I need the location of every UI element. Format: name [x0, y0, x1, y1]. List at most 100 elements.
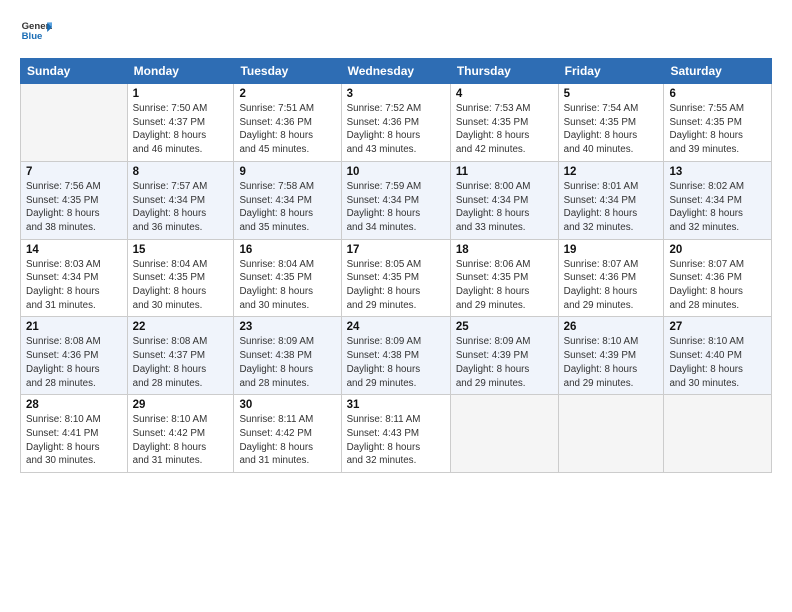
day-number: 10	[347, 166, 445, 178]
day-number: 6	[669, 88, 766, 100]
day-cell: 7 Sunrise: 7:56 AM Sunset: 4:35 PM Daylig…	[21, 161, 128, 239]
day-info: Sunrise: 8:11 AM Sunset: 4:43 PM Dayligh…	[347, 413, 445, 468]
day-cell: 17 Sunrise: 8:05 AM Sunset: 4:35 PM Dayli…	[341, 239, 450, 317]
logo-icon: General Blue	[20, 16, 52, 48]
day-number: 11	[456, 166, 553, 178]
day-info: Sunrise: 8:01 AM Sunset: 4:34 PM Dayligh…	[564, 180, 659, 235]
day-number: 2	[239, 88, 335, 100]
header-cell-tuesday: Tuesday	[234, 59, 341, 84]
day-cell: 10 Sunrise: 7:59 AM Sunset: 4:34 PM Dayli…	[341, 161, 450, 239]
day-info: Sunrise: 8:09 AM Sunset: 4:39 PM Dayligh…	[456, 335, 553, 390]
day-cell: 15 Sunrise: 8:04 AM Sunset: 4:35 PM Dayli…	[127, 239, 234, 317]
day-number: 24	[347, 321, 445, 333]
day-cell: 4 Sunrise: 7:53 AM Sunset: 4:35 PM Daylig…	[450, 84, 558, 162]
day-cell	[558, 395, 664, 473]
day-number: 19	[564, 244, 659, 256]
day-number: 25	[456, 321, 553, 333]
day-cell: 25 Sunrise: 8:09 AM Sunset: 4:39 PM Dayli…	[450, 317, 558, 395]
day-cell: 12 Sunrise: 8:01 AM Sunset: 4:34 PM Dayli…	[558, 161, 664, 239]
day-number: 26	[564, 321, 659, 333]
day-cell: 19Sunrise: 8:07 AM Sunset: 4:36 PM Dayli…	[558, 239, 664, 317]
header-cell-monday: Monday	[127, 59, 234, 84]
day-info: Sunrise: 7:51 AM Sunset: 4:36 PM Dayligh…	[239, 102, 335, 157]
day-cell: 9 Sunrise: 7:58 AM Sunset: 4:34 PM Daylig…	[234, 161, 341, 239]
day-info: Sunrise: 8:11 AM Sunset: 4:42 PM Dayligh…	[239, 413, 335, 468]
day-info: Sunrise: 7:55 AM Sunset: 4:35 PM Dayligh…	[669, 102, 766, 157]
day-cell: 16 Sunrise: 8:04 AM Sunset: 4:35 PM Dayli…	[234, 239, 341, 317]
day-info: Sunrise: 7:59 AM Sunset: 4:34 PM Dayligh…	[347, 180, 445, 235]
day-cell: 2 Sunrise: 7:51 AM Sunset: 4:36 PM Daylig…	[234, 84, 341, 162]
day-cell: 31Sunrise: 8:11 AM Sunset: 4:43 PM Dayli…	[341, 395, 450, 473]
day-cell: 22Sunrise: 8:08 AM Sunset: 4:37 PM Dayli…	[127, 317, 234, 395]
header-cell-wednesday: Wednesday	[341, 59, 450, 84]
day-cell: 23 Sunrise: 8:09 AM Sunset: 4:38 PM Dayli…	[234, 317, 341, 395]
day-info: Sunrise: 7:57 AM Sunset: 4:34 PM Dayligh…	[133, 180, 229, 235]
day-number: 29	[133, 399, 229, 411]
week-row-2: 7 Sunrise: 7:56 AM Sunset: 4:35 PM Daylig…	[21, 161, 772, 239]
day-info: Sunrise: 8:09 AM Sunset: 4:38 PM Dayligh…	[239, 335, 335, 390]
day-cell	[664, 395, 772, 473]
header-cell-thursday: Thursday	[450, 59, 558, 84]
page: General Blue SundayMondayTuesdayWednesda…	[0, 0, 792, 612]
day-number: 9	[239, 166, 335, 178]
svg-text:Blue: Blue	[22, 31, 43, 42]
day-number: 12	[564, 166, 659, 178]
day-cell: 5 Sunrise: 7:54 AM Sunset: 4:35 PM Daylig…	[558, 84, 664, 162]
day-number: 3	[347, 88, 445, 100]
day-number: 28	[26, 399, 122, 411]
day-info: Sunrise: 8:06 AM Sunset: 4:35 PM Dayligh…	[456, 258, 553, 313]
day-number: 22	[133, 321, 229, 333]
header-cell-saturday: Saturday	[664, 59, 772, 84]
day-cell: 26Sunrise: 8:10 AM Sunset: 4:39 PM Dayli…	[558, 317, 664, 395]
day-info: Sunrise: 8:10 AM Sunset: 4:40 PM Dayligh…	[669, 335, 766, 390]
day-number: 17	[347, 244, 445, 256]
day-info: Sunrise: 8:07 AM Sunset: 4:36 PM Dayligh…	[669, 258, 766, 313]
header-cell-sunday: Sunday	[21, 59, 128, 84]
day-number: 7	[26, 166, 122, 178]
header-cell-friday: Friday	[558, 59, 664, 84]
week-row-5: 28 Sunrise: 8:10 AM Sunset: 4:41 PM Dayli…	[21, 395, 772, 473]
day-cell: 27 Sunrise: 8:10 AM Sunset: 4:40 PM Dayli…	[664, 317, 772, 395]
calendar-table: SundayMondayTuesdayWednesdayThursdayFrid…	[20, 58, 772, 473]
day-cell: 13 Sunrise: 8:02 AM Sunset: 4:34 PM Dayli…	[664, 161, 772, 239]
day-number: 27	[669, 321, 766, 333]
day-info: Sunrise: 7:54 AM Sunset: 4:35 PM Dayligh…	[564, 102, 659, 157]
day-number: 13	[669, 166, 766, 178]
day-info: Sunrise: 8:05 AM Sunset: 4:35 PM Dayligh…	[347, 258, 445, 313]
day-number: 5	[564, 88, 659, 100]
day-cell: 28 Sunrise: 8:10 AM Sunset: 4:41 PM Dayli…	[21, 395, 128, 473]
day-cell: 18Sunrise: 8:06 AM Sunset: 4:35 PM Dayli…	[450, 239, 558, 317]
header-row: SundayMondayTuesdayWednesdayThursdayFrid…	[21, 59, 772, 84]
day-info: Sunrise: 8:09 AM Sunset: 4:38 PM Dayligh…	[347, 335, 445, 390]
day-number: 21	[26, 321, 122, 333]
day-info: Sunrise: 7:58 AM Sunset: 4:34 PM Dayligh…	[239, 180, 335, 235]
day-cell	[21, 84, 128, 162]
day-info: Sunrise: 7:53 AM Sunset: 4:35 PM Dayligh…	[456, 102, 553, 157]
day-cell: 11 Sunrise: 8:00 AM Sunset: 4:34 PM Dayli…	[450, 161, 558, 239]
header: General Blue	[20, 16, 772, 48]
day-number: 20	[669, 244, 766, 256]
day-info: Sunrise: 8:04 AM Sunset: 4:35 PM Dayligh…	[133, 258, 229, 313]
day-number: 8	[133, 166, 229, 178]
day-number: 16	[239, 244, 335, 256]
day-info: Sunrise: 8:02 AM Sunset: 4:34 PM Dayligh…	[669, 180, 766, 235]
day-info: Sunrise: 8:04 AM Sunset: 4:35 PM Dayligh…	[239, 258, 335, 313]
week-row-4: 21 Sunrise: 8:08 AM Sunset: 4:36 PM Dayli…	[21, 317, 772, 395]
day-number: 15	[133, 244, 229, 256]
day-info: Sunrise: 8:10 AM Sunset: 4:42 PM Dayligh…	[133, 413, 229, 468]
day-cell: 3Sunrise: 7:52 AM Sunset: 4:36 PM Daylig…	[341, 84, 450, 162]
day-number: 4	[456, 88, 553, 100]
day-info: Sunrise: 8:10 AM Sunset: 4:41 PM Dayligh…	[26, 413, 122, 468]
day-number: 30	[239, 399, 335, 411]
day-info: Sunrise: 7:50 AM Sunset: 4:37 PM Dayligh…	[133, 102, 229, 157]
day-cell: 29 Sunrise: 8:10 AM Sunset: 4:42 PM Dayli…	[127, 395, 234, 473]
day-info: Sunrise: 8:00 AM Sunset: 4:34 PM Dayligh…	[456, 180, 553, 235]
day-info: Sunrise: 8:08 AM Sunset: 4:36 PM Dayligh…	[26, 335, 122, 390]
day-cell: 6 Sunrise: 7:55 AM Sunset: 4:35 PM Daylig…	[664, 84, 772, 162]
day-info: Sunrise: 8:03 AM Sunset: 4:34 PM Dayligh…	[26, 258, 122, 313]
day-info: Sunrise: 7:56 AM Sunset: 4:35 PM Dayligh…	[26, 180, 122, 235]
day-cell: 14Sunrise: 8:03 AM Sunset: 4:34 PM Dayli…	[21, 239, 128, 317]
day-number: 23	[239, 321, 335, 333]
week-row-3: 14Sunrise: 8:03 AM Sunset: 4:34 PM Dayli…	[21, 239, 772, 317]
day-cell: 20 Sunrise: 8:07 AM Sunset: 4:36 PM Dayli…	[664, 239, 772, 317]
